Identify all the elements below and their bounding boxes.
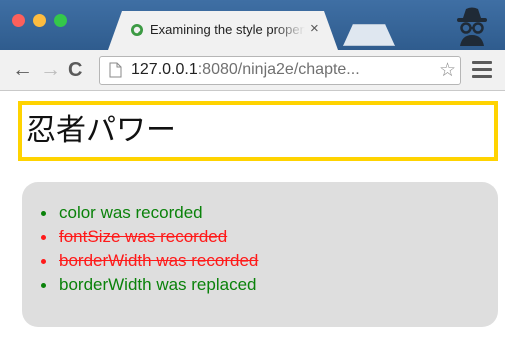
hamburger-menu-icon[interactable] <box>472 61 492 79</box>
result-item-pass: color was recorded <box>38 201 258 225</box>
result-text: color was recorded <box>59 203 203 222</box>
window-close-button[interactable] <box>12 14 25 27</box>
url-host: 127.0.0.1 <box>131 61 198 78</box>
back-arrow-icon[interactable]: ← <box>12 58 33 82</box>
page-heading: 忍者パワー <box>26 113 176 148</box>
incognito-icon <box>457 7 487 46</box>
url-path: :8080/ninja2e/chapte... <box>197 61 360 78</box>
star-icon[interactable]: ☆ <box>439 59 456 82</box>
result-item-fail: borderWidth was recorded <box>38 249 258 273</box>
bullet-icon <box>41 283 46 288</box>
reload-icon[interactable]: C <box>68 58 82 82</box>
result-text: borderWidth was replaced <box>59 275 257 294</box>
bullet-icon <box>41 259 46 264</box>
browser-titlebar: Examining the style properties × <box>0 0 505 50</box>
qunit-favicon-icon <box>131 24 143 36</box>
tab-close-icon[interactable]: × <box>310 20 319 37</box>
bullet-icon <box>41 235 46 240</box>
result-item-pass: borderWidth was replaced <box>38 273 258 297</box>
url-text: 127.0.0.1:8080/ninja2e/chapte... <box>131 61 360 79</box>
result-text: fontSize was recorded <box>59 227 228 246</box>
results-list: color was recorded fontSize was recorded… <box>38 201 258 297</box>
result-text: borderWidth was recorded <box>59 251 259 270</box>
new-tab-button[interactable] <box>343 24 395 46</box>
address-bar[interactable]: 127.0.0.1:8080/ninja2e/chapte... ☆ <box>99 56 461 85</box>
browser-tab-active[interactable]: Examining the style properties × <box>108 11 338 50</box>
page-icon <box>109 62 122 78</box>
tab-title: Examining the style properties <box>150 22 305 37</box>
result-item-fail: fontSize was recorded <box>38 225 258 249</box>
bullet-icon <box>41 211 46 216</box>
forward-arrow-icon[interactable]: → <box>40 58 61 82</box>
window-maximize-button[interactable] <box>54 14 67 27</box>
browser-toolbar: ← → C 127.0.0.1:8080/ninja2e/chapte... ☆ <box>0 50 505 91</box>
results-log: color was recorded fontSize was recorded… <box>22 182 498 327</box>
ninja-heading-box: 忍者パワー <box>18 101 498 161</box>
window-minimize-button[interactable] <box>33 14 46 27</box>
